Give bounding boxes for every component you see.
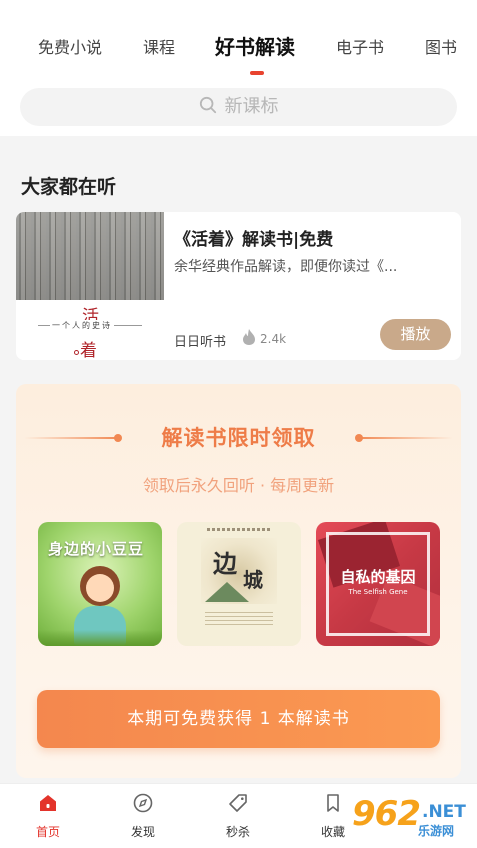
cover-subtitle: 一个人的史诗 — [50, 320, 114, 331]
watermark-name: 乐游网 — [418, 824, 455, 838]
promo-subtitle: 领取后永久回听 · 每周更新 — [142, 476, 335, 495]
search-icon — [199, 96, 216, 114]
active-tab-indicator — [250, 71, 264, 75]
audiobook-card[interactable]: 活 一个人的史诗 着 《活着》解读书|免费 余华经典作品解读，即便你读过《...… — [16, 212, 461, 360]
book-title-part-b: 城 — [243, 568, 263, 592]
top-bar: 免费小说 课程 好书解读 电子书 图书 新课标 — [0, 0, 477, 136]
book-cover: 活 一个人的史诗 着 — [16, 212, 164, 360]
book-subtitle: The Selfish Gene — [348, 588, 408, 596]
book-cover-landscape[interactable]: 边 城 — [177, 522, 301, 646]
book-cover-abstract[interactable]: 自私的基因 The Selfish Gene — [316, 522, 440, 646]
nav-label: 首页 — [35, 825, 60, 839]
nav-discover[interactable]: 发现 — [113, 792, 173, 840]
tab-ebooks[interactable]: 电子书 — [336, 34, 384, 58]
play-button[interactable]: 播放 — [380, 319, 451, 350]
site-watermark: 962 .NET 乐游网 — [350, 792, 476, 846]
card-description: 余华经典作品解读，即便你读过《... — [174, 259, 398, 275]
compass-icon — [133, 793, 153, 813]
tab-courses[interactable]: 课程 — [143, 34, 175, 58]
nav-home[interactable]: 首页 — [18, 792, 78, 840]
tag-icon — [229, 794, 247, 812]
search-placeholder: 新课标 — [224, 96, 279, 117]
watermark-number: 962 — [352, 794, 421, 834]
book-title: 身边的小豆豆 — [48, 540, 145, 558]
book-cover-girl[interactable]: 身边的小豆豆 — [38, 522, 162, 646]
fire-icon — [243, 329, 255, 345]
nav-flash-sale[interactable]: 秒杀 — [208, 792, 268, 840]
promo-title: 解读书限时领取 — [161, 426, 316, 450]
promo-panel: 解读书限时领取 领取后永久回听 · 每周更新 身边的小豆豆 边 城 自私的基因 … — [16, 384, 461, 778]
watermark-domain: .NET — [422, 802, 466, 822]
nav-label: 秒杀 — [225, 825, 250, 839]
tab-free-novels[interactable]: 免费小说 — [38, 34, 102, 58]
tab-book-reviews[interactable]: 好书解读 — [215, 31, 295, 60]
section-title: 大家都在听 — [21, 176, 117, 198]
book-title-part-a: 边 — [213, 549, 237, 578]
card-title: 《活着》解读书|免费 — [174, 230, 334, 250]
search-bar[interactable]: 新课标 — [20, 88, 457, 126]
book-title: 自私的基因 — [340, 568, 416, 586]
bookmark-icon — [327, 794, 339, 812]
listen-count: 2.4k — [260, 332, 287, 346]
home-icon — [40, 795, 56, 811]
tab-books[interactable]: 图书 — [425, 34, 457, 58]
claim-free-book-button[interactable]: 本期可免费获得 1 本解读书 — [37, 690, 440, 748]
nav-label: 发现 — [130, 825, 155, 839]
cover-title-bottom: 着 — [80, 341, 97, 360]
category-tabs: 免费小说 课程 好书解读 电子书 图书 — [0, 34, 477, 74]
card-author: 日日听书 — [174, 335, 227, 350]
